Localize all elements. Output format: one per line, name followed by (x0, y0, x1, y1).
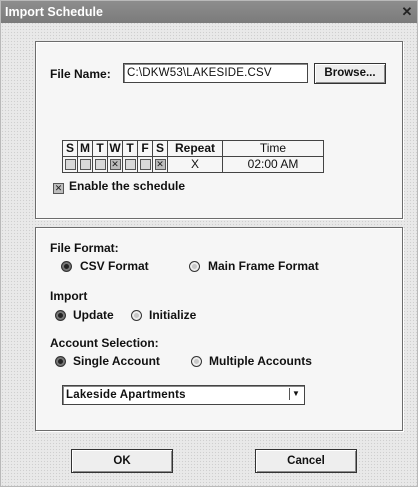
day-checkbox[interactable] (64, 159, 76, 171)
day-checkbox[interactable]: ✕ (154, 159, 166, 171)
day-cell-wed[interactable]: ✕ (107, 156, 123, 173)
multiple-accounts-radio[interactable] (191, 356, 202, 367)
day-header-mon: M (77, 140, 93, 157)
file-name-label: File Name: (50, 67, 111, 81)
import-schedule-window: Import Schedule ✕ File Name: C:\DKW53\LA… (0, 0, 418, 487)
day-cell-thu[interactable] (122, 156, 138, 173)
import-label: Import (50, 289, 88, 303)
update-label[interactable]: Update (73, 308, 114, 322)
day-cell-mon[interactable] (77, 156, 93, 173)
enable-schedule-checkbox[interactable]: ✕ (53, 183, 64, 195)
time-header: Time (222, 140, 324, 157)
cancel-button[interactable]: Cancel (255, 449, 357, 473)
close-icon[interactable]: ✕ (401, 1, 413, 23)
title-bar[interactable]: Import Schedule ✕ (1, 1, 417, 23)
day-cell-fri[interactable] (137, 156, 153, 173)
day-checkbox[interactable] (124, 159, 136, 171)
single-account-label[interactable]: Single Account (73, 354, 160, 368)
file-format-label: File Format: (50, 241, 119, 255)
csv-format-radio[interactable] (61, 261, 72, 272)
day-header-wed: W (107, 140, 123, 157)
enable-schedule-label: Enable the schedule (69, 179, 186, 193)
main-frame-format-radio[interactable] (189, 261, 200, 272)
schedule-grid: S M T W T F S Repeat Time ✕ ✕ X 02:00 AM (62, 140, 324, 173)
day-header-thu: T (122, 140, 138, 157)
multiple-accounts-label[interactable]: Multiple Accounts (209, 354, 312, 368)
time-cell[interactable]: 02:00 AM (222, 156, 324, 173)
day-checkbox[interactable] (79, 159, 91, 171)
day-checkbox[interactable] (94, 159, 106, 171)
day-cell-tue[interactable] (92, 156, 108, 173)
chevron-down-icon[interactable]: ▼ (289, 388, 302, 400)
day-header-fri: F (137, 140, 153, 157)
day-header-sat: S (152, 140, 168, 157)
file-name-field[interactable]: C:\DKW53\LAKESIDE.CSV (123, 63, 308, 83)
account-selection-label: Account Selection: (50, 336, 159, 350)
day-checkbox[interactable]: ✕ (109, 159, 121, 171)
ok-button[interactable]: OK (71, 449, 173, 473)
repeat-cell[interactable]: X (167, 156, 223, 173)
day-header-tue: T (92, 140, 108, 157)
day-checkbox[interactable] (139, 159, 151, 171)
initialize-radio[interactable] (131, 310, 142, 321)
csv-format-label[interactable]: CSV Format (80, 259, 149, 273)
update-radio[interactable] (55, 310, 66, 321)
initialize-label[interactable]: Initialize (149, 308, 196, 322)
day-cell-sat[interactable]: ✕ (152, 156, 168, 173)
repeat-header: Repeat (167, 140, 223, 157)
window-title: Import Schedule (5, 5, 103, 19)
account-dropdown-value: Lakeside Apartments (66, 389, 186, 401)
main-frame-format-label[interactable]: Main Frame Format (208, 259, 319, 273)
single-account-radio[interactable] (55, 356, 66, 367)
account-dropdown[interactable]: Lakeside Apartments ▼ (62, 385, 305, 405)
day-header-sun: S (62, 140, 78, 157)
day-cell-sun[interactable] (62, 156, 78, 173)
browse-button[interactable]: Browse... (314, 63, 386, 84)
